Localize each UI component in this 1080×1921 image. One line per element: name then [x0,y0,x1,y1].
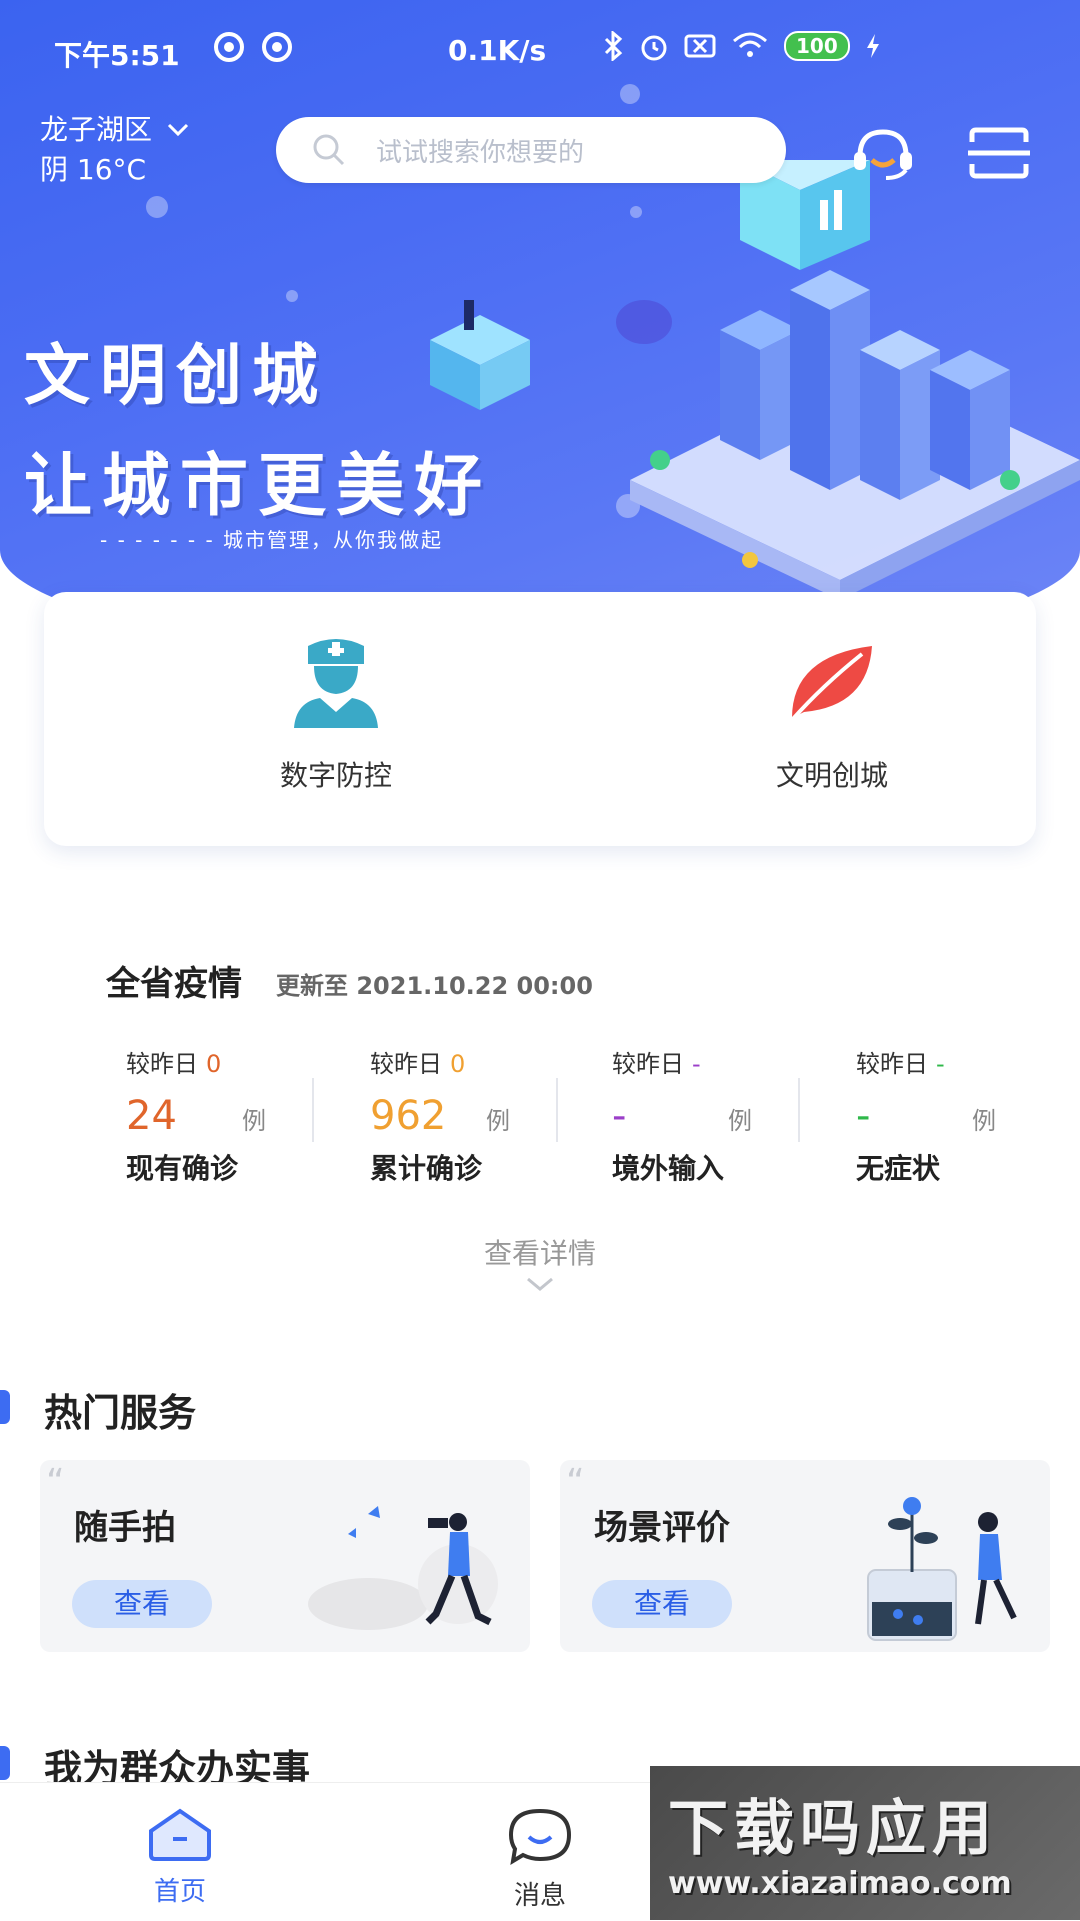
plant-jar-illustration [867,1497,1017,1641]
quote-icon: “ [46,1462,65,1503]
banner-slogan-line2: 让城市更美好 [24,447,493,526]
stat-value: 962 [370,1093,447,1139]
nav-label[interactable]: 消息 [480,1875,600,1912]
stat-divider [798,1078,800,1142]
stat-name: 累计确诊 [370,1152,483,1185]
nav-home[interactable]: 首页 [120,1807,240,1908]
service-view-button[interactable]: 查看 [592,1580,732,1628]
stat-unit: 例 [728,1107,752,1135]
stat-name: 现有确诊 [126,1152,239,1185]
status-time: 下午5:51 [54,39,180,72]
view-details-label[interactable]: 查看详情 [484,1237,596,1270]
search-icon [313,134,345,166]
stat-unit: 例 [486,1107,510,1135]
stat-value: - [612,1093,627,1139]
district-name[interactable]: 龙子湖区 [40,110,152,150]
quick-entry-label: 数字防控 [279,759,392,792]
desk-illustration [430,300,530,410]
stat-value: - [856,1093,871,1139]
watermark-url: www.xiazaimao.com [668,1866,1012,1901]
quick-entry-label: 文明创城 [775,759,888,792]
service-card-scene-review[interactable]: “ 场景评价 查看 [560,1460,1050,1652]
stat-delta: 0 [206,1050,222,1078]
service-title: 随手拍 [74,1508,176,1548]
city-illustration [630,160,1080,600]
leaf-icon [790,646,872,722]
quick-entry-card: 数字防控 文明创城 [44,592,1036,846]
search-placeholder[interactable]: 试试搜索你想要的 [376,132,584,169]
stat-name: 无症状 [856,1152,941,1185]
compare-label: 较昨日 [126,1050,198,1078]
weather-text: 阴 16°C [40,153,147,186]
radar-icon [262,32,292,62]
charging-icon [866,34,879,58]
location-weather[interactable]: 龙子湖区 阴 16°C [40,110,190,190]
chevron-down-icon[interactable] [166,122,190,138]
compare-label: 较昨日 [370,1050,442,1078]
home-icon[interactable] [145,1807,215,1861]
stat-name: 境外输入 [612,1152,725,1185]
service-title: 场景评价 [594,1508,730,1548]
section-accent-bar [0,1746,10,1780]
status-bar: 下午5:51 0.1K/s 100 [0,0,1080,100]
nav-messages[interactable]: 消息 [480,1807,600,1912]
compare-label: 较昨日 [856,1050,928,1078]
radar-icon [214,32,244,62]
alarm-icon [641,35,667,61]
wifi-icon [733,32,767,57]
watermark-title: 下载吗应用 [668,1794,998,1864]
watermark-logo: 下载吗应用 www.xiazaimao.com [650,1766,1080,1920]
photographer-illustration [308,1506,498,1630]
banner-slogan-line3: - - - - - - - 城市管理，从你我做起 [100,528,444,552]
net-speed: 0.1K/s [448,34,547,67]
epidemic-updated-time: 更新至 2021.10.22 00:00 [276,972,593,1000]
scan-icon[interactable] [968,126,1030,180]
stat-divider [312,1078,314,1142]
nav-label[interactable]: 首页 [120,1871,240,1908]
search-bar[interactable]: 试试搜索你想要的 [276,117,786,183]
stat-unit: 例 [972,1107,996,1135]
stat-asymptomatic: 较昨日 - -例 无症状 [856,1044,1076,1187]
stat-delta: - [936,1050,945,1078]
epidemic-title: 全省疫情 [106,964,242,1004]
quote-icon: “ [566,1462,585,1503]
nurse-icon [294,639,378,728]
view-details-button[interactable]: 查看详情 [0,1232,1080,1292]
stat-delta: 0 [450,1050,466,1078]
stat-delta: - [692,1050,701,1078]
battery-indicator: 100 [784,31,850,61]
status-system-icons: 100 [548,30,882,62]
compare-label: 较昨日 [612,1050,684,1078]
chevron-down-icon[interactable] [525,1276,555,1292]
hot-services-title: 热门服务 [44,1391,197,1435]
message-icon[interactable] [505,1807,575,1865]
quick-entry-digital-control[interactable]: 数字防控 [186,636,486,794]
stat-unit: 例 [242,1107,266,1135]
bluetooth-icon [604,31,623,61]
banner-slogan-line1: 文明创城 [24,337,328,414]
stat-value: 24 [126,1093,177,1139]
status-app-icons [212,30,294,64]
stat-divider [556,1078,558,1142]
service-card-snapshot[interactable]: “ 随手拍 查看 [40,1460,530,1652]
section-accent-bar [0,1390,10,1424]
quick-entry-civilized-city[interactable]: 文明创城 [682,636,982,794]
service-view-button[interactable]: 查看 [72,1580,212,1628]
sim-off-icon [684,34,716,58]
customer-service-icon[interactable] [850,126,916,182]
